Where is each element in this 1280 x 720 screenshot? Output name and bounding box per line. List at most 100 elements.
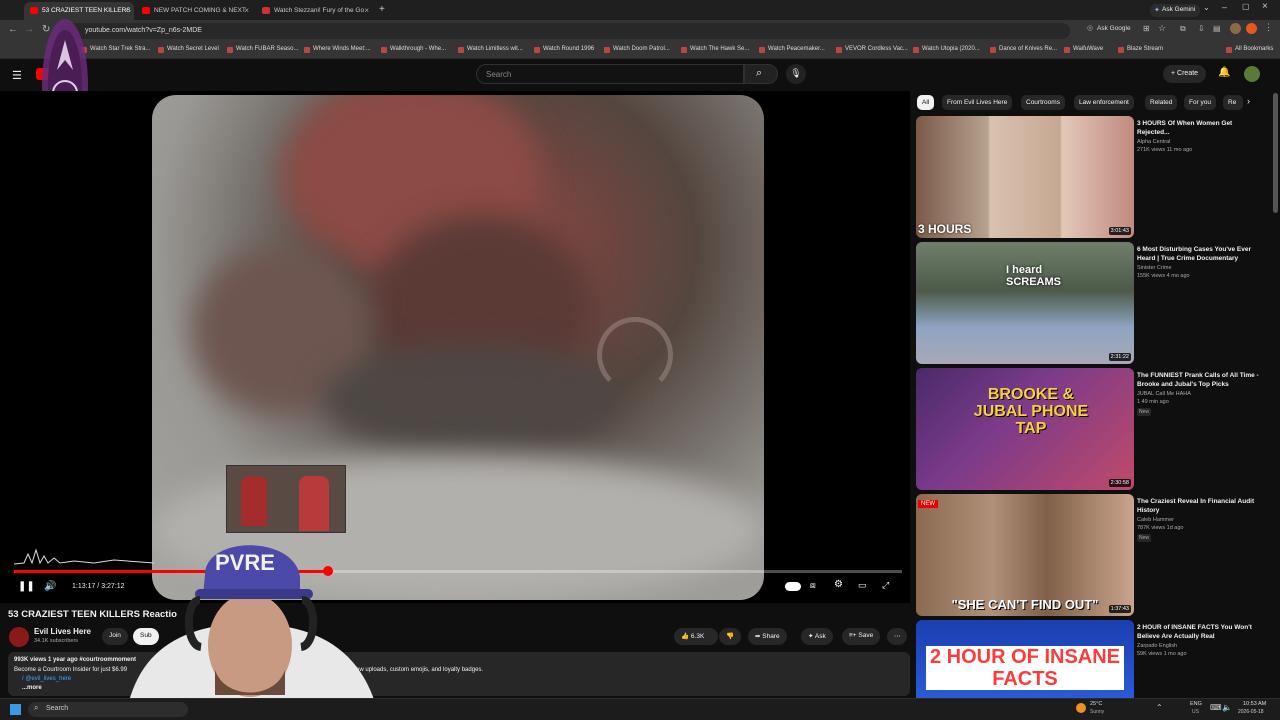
bookmark-item[interactable]: Watch Peacemaker... bbox=[759, 46, 825, 53]
profile-avatar-2[interactable] bbox=[1246, 23, 1257, 34]
ask-google-button[interactable]: ◎ Ask Google bbox=[1087, 25, 1131, 32]
profile-avatar[interactable] bbox=[1230, 23, 1241, 34]
chevron-right-icon[interactable]: › bbox=[1247, 96, 1250, 106]
bookmark-item[interactable]: WaifuWave bbox=[1064, 46, 1103, 53]
recommendation-title[interactable]: 6 Most Disturbing Cases You've Ever Hear… bbox=[1137, 245, 1265, 263]
browser-tab-2[interactable]: NEW PATCH COMING & NEXT × bbox=[136, 2, 254, 20]
bookmark-item[interactable]: VEVOR Cordless Vac... bbox=[836, 46, 908, 53]
chip-recently[interactable]: Re bbox=[1223, 95, 1243, 110]
recommendation-channel[interactable]: Alpha Central bbox=[1137, 138, 1170, 146]
recommendation-thumbnail[interactable]: 3 HOURS 3:01:43 bbox=[916, 116, 1134, 238]
close-tab-icon[interactable]: × bbox=[124, 6, 129, 15]
page-scrollbar[interactable] bbox=[1273, 93, 1278, 213]
bookmark-item[interactable]: Watch Limitless wit... bbox=[458, 46, 523, 53]
input-language[interactable]: ENG bbox=[1190, 701, 1202, 707]
install-icon[interactable]: ⊞ bbox=[1143, 24, 1150, 33]
channel-link[interactable]: / @evil_lives_here bbox=[22, 676, 71, 682]
downloads-icon[interactable]: ⇩ bbox=[1198, 24, 1205, 33]
recommendation-channel[interactable]: JUBAL Call Me HAHA bbox=[1137, 390, 1191, 398]
recommendation-thumbnail[interactable]: 2 HOUR OF INSANE FACTS bbox=[916, 620, 1134, 698]
voice-search-button[interactable]: 🎙 bbox=[786, 64, 806, 84]
recommendation-thumbnail[interactable]: NEW "SHE CAN'T FIND OUT" 1:37:43 bbox=[916, 494, 1134, 616]
bookmark-item[interactable]: Where Winds Meet:... bbox=[304, 46, 371, 53]
new-tab-icon[interactable]: + bbox=[379, 4, 385, 15]
chip-for-you[interactable]: For you bbox=[1184, 95, 1217, 110]
recommendation-thumbnail[interactable]: BROOKE & JUBAL PHONE TAP 2:30:58 bbox=[916, 368, 1134, 490]
share-button[interactable]: ➦ Share bbox=[748, 628, 787, 645]
show-more-link[interactable]: ...more bbox=[22, 685, 42, 691]
close-tab-icon[interactable]: × bbox=[244, 6, 249, 15]
recommendation-title[interactable]: 3 HOURS Of When Women Get Rejected... bbox=[1137, 119, 1265, 137]
hamburger-menu-icon[interactable]: ☰ bbox=[12, 69, 22, 82]
minimize-icon[interactable]: – bbox=[1222, 2, 1227, 12]
back-icon[interactable]: ← bbox=[8, 24, 18, 35]
fullscreen-icon[interactable]: ⤢ bbox=[882, 580, 889, 591]
save-button[interactable]: ≡+ Save bbox=[842, 628, 881, 645]
search-input[interactable]: Search bbox=[476, 64, 744, 84]
tab-search-icon[interactable]: ⌄ bbox=[1203, 3, 1210, 12]
pause-icon[interactable]: ❚❚ bbox=[18, 581, 35, 592]
chip-all[interactable]: All bbox=[917, 95, 935, 110]
weather-sun-icon[interactable] bbox=[1076, 703, 1086, 713]
tray-chevron-up-icon[interactable]: ⌃ bbox=[1156, 703, 1163, 712]
menu-kebab-icon[interactable]: ⋮ bbox=[1264, 22, 1273, 33]
create-button[interactable]: + Create bbox=[1163, 65, 1207, 83]
theater-mode-icon[interactable]: ▭ bbox=[858, 580, 867, 591]
recommendation-item[interactable]: BROOKE & JUBAL PHONE TAP 2:30:58 The FUN… bbox=[916, 368, 1266, 492]
like-button[interactable]: 👍 6.3K bbox=[674, 628, 718, 645]
bookmark-item[interactable]: Watch Utopia (2020... bbox=[913, 46, 980, 53]
extensions-icon[interactable]: ⧉ bbox=[1180, 24, 1186, 34]
close-window-icon[interactable]: × bbox=[1262, 1, 1268, 12]
close-tab-icon[interactable]: × bbox=[364, 6, 369, 15]
channel-avatar[interactable] bbox=[9, 627, 29, 647]
recommendation-title[interactable]: The FUNNIEST Prank Calls of All Time - B… bbox=[1137, 371, 1265, 389]
bookmark-item[interactable]: Walkthrough - Whe... bbox=[381, 46, 446, 53]
recommendation-thumbnail[interactable]: I heard SCREAMS 2:31:22 bbox=[916, 242, 1134, 364]
recommendation-channel[interactable]: Zarpado English bbox=[1137, 642, 1177, 650]
recommendation-item[interactable]: I heard SCREAMS 2:31:22 6 Most Disturbin… bbox=[916, 242, 1266, 366]
bookmark-item[interactable]: Dance of Knives Re... bbox=[990, 46, 1057, 53]
ask-gemini-button[interactable]: ✦ Ask Gemini bbox=[1150, 4, 1201, 17]
more-actions-button[interactable]: ⋯ bbox=[887, 628, 907, 645]
bookmark-item[interactable]: Watch Star Trek Stra... bbox=[81, 46, 150, 53]
account-avatar[interactable] bbox=[1244, 66, 1260, 82]
sidebar-icon[interactable]: ▤ bbox=[1213, 24, 1221, 33]
recommendation-channel[interactable]: Caleb Hammer bbox=[1137, 516, 1174, 524]
browser-tab-3[interactable]: Watch Stezzani! Fury of the Go × bbox=[256, 2, 374, 20]
address-bar[interactable]: youtube.com/watch?v=Zp_n6s-2MDE bbox=[60, 23, 1070, 39]
forward-icon[interactable]: → bbox=[24, 24, 34, 35]
recommendation-item[interactable]: 2 HOUR OF INSANE FACTS 2 HOUR of INSANE … bbox=[916, 620, 1266, 698]
dislike-button[interactable]: 👎 bbox=[719, 628, 741, 645]
bookmark-star-icon[interactable]: ☆ bbox=[1158, 23, 1166, 34]
bookmark-item[interactable]: Watch Round 1996 bbox=[534, 46, 594, 53]
windows-start-icon[interactable] bbox=[10, 704, 21, 715]
notifications-bell-icon[interactable]: 🔔 bbox=[1218, 67, 1230, 78]
chip-related[interactable]: Related bbox=[1145, 95, 1178, 110]
search-button[interactable]: ⌕ bbox=[744, 64, 778, 84]
volume-icon[interactable]: 🔊 bbox=[44, 581, 56, 592]
all-bookmarks-folder[interactable]: All Bookmarks bbox=[1226, 46, 1273, 53]
chip-from-channel[interactable]: From Evil Lives Here bbox=[942, 95, 1013, 110]
network-icon[interactable]: ⌨ bbox=[1210, 703, 1222, 712]
volume-tray-icon[interactable]: 🔈 bbox=[1222, 703, 1232, 712]
bookmark-item[interactable]: Watch Secret Level bbox=[158, 46, 219, 53]
bookmark-item[interactable]: Watch The Hawk Se... bbox=[681, 46, 749, 53]
ask-button[interactable]: ✦ Ask bbox=[801, 628, 833, 645]
bookmark-item[interactable]: Blaze Stream bbox=[1118, 46, 1163, 53]
clock-time[interactable]: 10:53 AM bbox=[1243, 701, 1266, 707]
bookmark-item[interactable]: Watch FUBAR Seaso... bbox=[227, 46, 298, 53]
recommendation-channel[interactable]: Sinister Crime bbox=[1137, 264, 1172, 272]
recommendation-item[interactable]: NEW "SHE CAN'T FIND OUT" 1:37:43 The Cra… bbox=[916, 494, 1266, 618]
recommendation-item[interactable]: 3 HOURS 3:01:43 3 HOURS Of When Women Ge… bbox=[916, 116, 1266, 240]
chip-courtrooms[interactable]: Courtrooms bbox=[1021, 95, 1065, 110]
subtitles-icon[interactable]: ⧈ bbox=[810, 580, 816, 591]
recommendation-title[interactable]: The Craziest Reveal In Financial Audit H… bbox=[1137, 497, 1265, 515]
bookmark-item[interactable]: Watch Doom Patrol... bbox=[604, 46, 670, 53]
chip-law-enforcement[interactable]: Law enforcement bbox=[1074, 95, 1134, 110]
autoplay-toggle[interactable] bbox=[785, 582, 801, 591]
maximize-icon[interactable]: ▢ bbox=[1242, 2, 1250, 11]
recommendation-title[interactable]: 2 HOUR of INSANE FACTS You Won't Believe… bbox=[1137, 623, 1265, 641]
channel-name[interactable]: Evil Lives Here bbox=[34, 627, 91, 636]
settings-gear-icon[interactable]: ⚙ bbox=[834, 579, 843, 590]
taskbar-search-input[interactable]: ⌕ Search bbox=[28, 702, 188, 717]
